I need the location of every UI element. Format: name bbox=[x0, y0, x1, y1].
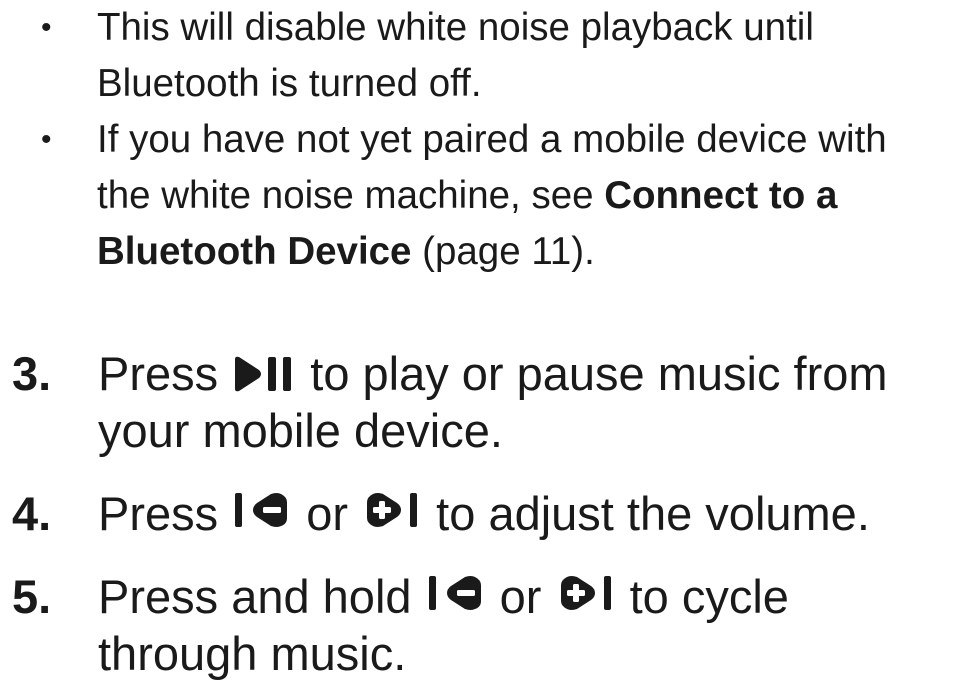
step-text: or bbox=[486, 570, 555, 623]
step-line-2: through music. bbox=[98, 627, 407, 680]
step-text: to cycle bbox=[616, 570, 789, 623]
step-text: Press and hold bbox=[98, 570, 425, 623]
step-number: 4. bbox=[12, 487, 52, 540]
step-line-1: Press or to adjust the volume. bbox=[98, 485, 960, 542]
step-number: 3. bbox=[12, 347, 52, 400]
step-3: 3. Press to play or pause music from you… bbox=[0, 345, 960, 459]
step-text: Press bbox=[98, 347, 232, 400]
step-text: to adjust the volume. bbox=[423, 487, 870, 540]
step-text: Press bbox=[98, 487, 232, 540]
bullet-item-pairing-note: If you have not yet paired a mobile devi… bbox=[41, 112, 947, 280]
step-text: to play or pause music from bbox=[297, 347, 888, 400]
step-text: or bbox=[293, 487, 362, 540]
step-5: 5. Press and hold or to cycle through mu… bbox=[0, 568, 960, 682]
bullet-item-disable-white-noise: This will disable white noise playback u… bbox=[41, 0, 947, 112]
previous-track-icon bbox=[428, 576, 481, 610]
step-line-1: Press to play or pause music from bbox=[98, 345, 960, 402]
step-number: 5. bbox=[12, 570, 52, 623]
volume-down-icon bbox=[235, 493, 288, 527]
step-line-2: your mobile device. bbox=[98, 404, 503, 457]
bullet-text: This will disable white noise playback u… bbox=[97, 6, 814, 105]
step-line-1: Press and hold or to cycle bbox=[98, 568, 960, 625]
step-4: 4. Press or to adjust the volume. bbox=[0, 485, 960, 542]
bullet-text-after: (page 11). bbox=[411, 230, 595, 273]
play-pause-icon bbox=[235, 356, 292, 392]
next-track-icon bbox=[560, 576, 611, 610]
volume-up-icon bbox=[367, 493, 418, 527]
